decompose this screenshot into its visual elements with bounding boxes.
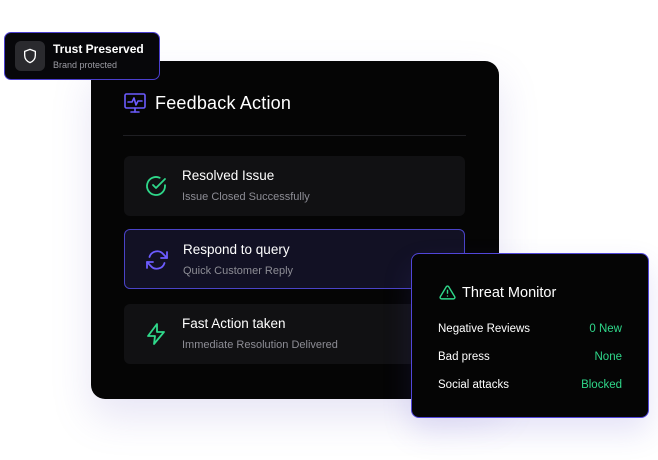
feedback-item-title: Fast Action taken (182, 316, 286, 331)
feedback-item-subtitle: Quick Customer Reply (183, 265, 294, 277)
threat-row-bad-press: Bad press None (438, 351, 622, 363)
threat-row-label: Social attacks (438, 379, 509, 391)
threat-row-value: Blocked (581, 379, 622, 391)
feedback-item-subtitle: Issue Closed Successfully (182, 191, 310, 203)
threat-row-negative-reviews: Negative Reviews 0 New (438, 323, 622, 335)
threat-monitor-card: Threat Monitor Negative Reviews 0 New Ba… (411, 253, 649, 418)
header-divider (123, 135, 466, 136)
feedback-item-title: Resolved Issue (182, 168, 275, 183)
feedback-item-resolved-issue[interactable]: Resolved Issue Issue Closed Successfully (124, 156, 465, 216)
trust-preserved-badge: Trust Preserved Brand protected (4, 32, 160, 80)
threat-row-social-attacks: Social attacks Blocked (438, 379, 622, 391)
warning-triangle-icon (439, 284, 456, 301)
lightning-icon (144, 322, 168, 346)
threat-header: Threat Monitor (439, 284, 556, 301)
refresh-icon (145, 248, 169, 272)
threat-row-label: Bad press (438, 351, 490, 363)
feedback-item-subtitle: Immediate Resolution Delivered (182, 339, 338, 351)
stage: Feedback Action Resolved Issue Issue Clo… (0, 0, 658, 460)
trust-title: Trust Preserved (53, 42, 144, 56)
threat-row-value: 0 New (589, 323, 622, 335)
shield-icon (15, 41, 45, 71)
trust-subtitle: Brand protected (53, 60, 118, 70)
feedback-item-title: Respond to query (183, 242, 290, 257)
feedback-header: Feedback Action (123, 91, 291, 115)
threat-row-value: None (594, 351, 623, 363)
check-circle-icon (144, 174, 168, 198)
feedback-title: Feedback Action (155, 92, 292, 113)
threat-row-label: Negative Reviews (438, 323, 531, 335)
threat-title: Threat Monitor (462, 284, 557, 301)
monitor-pulse-icon (123, 91, 147, 115)
